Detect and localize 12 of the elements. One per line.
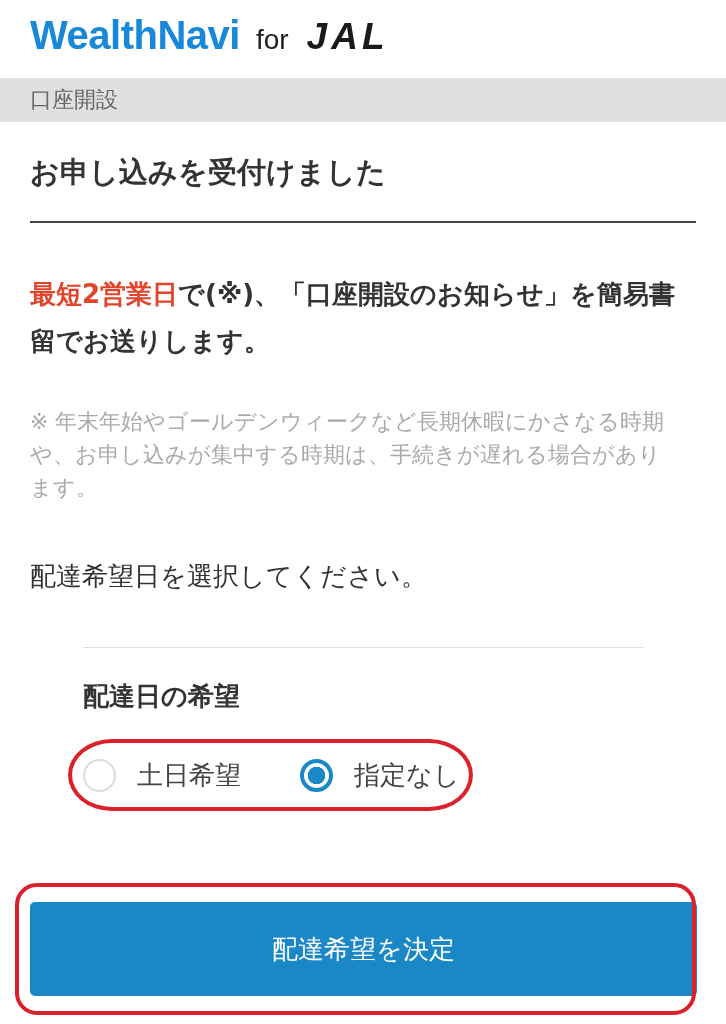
lead-paragraph: 最短2営業日で(※)、「口座開設のお知らせ」を簡易書留でお送りします。 bbox=[30, 278, 677, 358]
note-text: ※ 年末年始やゴールデンウィークなど長期休暇にかさなる時期や、お申し込みが集中する時期は、手続きが遅れる場合があります。 bbox=[30, 408, 666, 502]
radio-option[interactable]: 指定なし bbox=[300, 758, 460, 792]
partner-logo-text: JAL bbox=[306, 18, 389, 55]
section-header-text: 口座開設 bbox=[30, 86, 118, 114]
instruction-text: 配達希望日を選択してください。 bbox=[30, 560, 428, 593]
brand-logo-text: WealthNavi bbox=[30, 15, 240, 55]
field-label: 配達日の希望 bbox=[83, 680, 241, 713]
submit-button[interactable]: 配達希望を決定 bbox=[30, 902, 697, 996]
radio-option[interactable]: 土日希望 bbox=[83, 758, 241, 792]
logo-for-text: for bbox=[255, 26, 289, 54]
page-title: お申し込みを受付けました bbox=[30, 122, 696, 223]
